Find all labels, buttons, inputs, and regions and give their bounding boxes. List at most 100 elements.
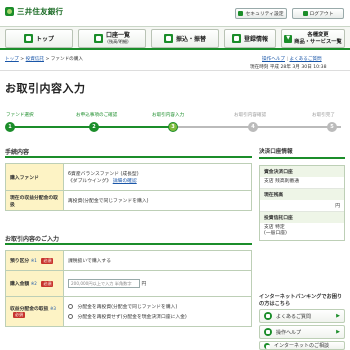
reinvest-radio[interactable] [68,304,73,309]
nav-registration-tab[interactable]: 登録情報 [224,29,276,48]
cash-label: 分配金を再投資せず(分配金を現金決済口座に入金) [77,315,187,320]
account-type-label-cell: 預り区分 ※1 必須 [5,250,64,271]
settlement-info-title: 決済口座情報 [259,149,293,155]
required-badge: 必須 [13,312,25,318]
question-icon [264,312,272,320]
main-nav: トップ 口座一覧 (残高/明細) 振込・振替 登録情報 ▼ 各種変更 商品・サー… [0,26,350,50]
security-settings-button[interactable]: セキュリティ設定 [235,8,287,19]
arrow-right-icon: ▶ [336,329,340,335]
step-marker: 1 [5,122,15,132]
fund-detail-link[interactable]: 詳細の確認 [113,179,137,184]
note-hint[interactable]: ※3 [50,306,56,311]
help-separator: | [286,57,289,62]
chevron-down-icon: ▼ [284,34,293,43]
nav-account-tab[interactable]: 口座一覧 (残高/明細) [78,29,146,48]
bank-logo-icon [5,6,14,16]
transfer-icon [163,34,173,43]
home-icon [23,34,33,43]
ib-contact-button[interactable]: インターネットのご相談 [259,341,345,350]
step-label: お取引内容入力 [152,113,185,118]
note-hint[interactable]: ※1 [31,258,37,263]
fund-value-cell: 6資産バランスファンド (成長型) 《ダブルウイング》 詳細の確認 [63,163,252,191]
arrow-right-icon: ▶ [336,313,340,319]
settlement-account-row: 資金決済口座 支店 残高則番通 [260,166,344,189]
dist-option-reinvest[interactable]: 分配金を再投資(分配金で同じファンドを購入) [68,303,247,310]
balance-unit: 円 [335,203,340,209]
amount-input[interactable]: 200,000円以上で入力 半角数字 [68,279,140,288]
breadcrumb-top-link[interactable]: トップ [5,57,19,62]
ib-help-title: インターネットバンキングでお困りの方はこちら [259,294,343,308]
help-links: 操作ヘルプ | よくあるご質問 [262,56,322,62]
help-icon [264,328,272,336]
step-label: ファンド選択 [6,113,34,118]
trust-account-row: 投資信託口座 支店 特定 (一般口座) [260,211,344,240]
note-hint[interactable]: ※2 [31,281,37,286]
divider [0,70,350,71]
ib-help-button[interactable]: 操作ヘルプ ▶ [259,325,345,339]
nav-top-tab[interactable]: トップ [5,29,73,48]
trade-table: 預り区分 ※1 必須 課税扱いで購入する 購入金額 ※2 必須 200,000円… [5,250,252,327]
section-divider [259,157,345,159]
logout-button[interactable]: ログアウト [292,8,344,19]
bank-name: 三井住友銀行 [17,6,64,16]
ib-help-label: 操作ヘルプ [276,329,302,336]
trade-section-title: お取引内容のご入力 [5,236,60,243]
table-row: 収益分配金の取扱 ※3 必須 分配金を再投資(分配金で同じファンドを購入) 分配… [5,296,252,327]
cash-radio[interactable] [68,314,73,319]
section-divider [5,243,252,245]
step-marker: 4 [248,122,258,132]
nav-transfer-tab[interactable]: 振込・振替 [151,29,219,48]
required-badge: 必須 [41,258,54,264]
required-badge: 必須 [41,281,54,287]
nav-registration-label: 登録情報 [243,36,268,43]
reinvest-label: 分配金を再投資(分配金で同じファンドを購入) [77,305,178,310]
section-divider [5,156,252,158]
settlement-info-panel: 決済口座情報 資金決済口座 支店 残高則番通 現在残高 円 投資信託口座 支店 … [259,147,345,242]
step-marker: 5 [327,122,337,132]
breadcrumb: トップ > 投資信託 > ファンドの購入 [5,56,83,62]
step-progress: ファンド選択 お申込事項のご確認 お取引内容入力 お取引内容確認 お取引完了 1… [0,108,350,138]
balance-row: 現在残高 円 [260,188,344,212]
contact-icon [264,342,270,349]
breadcrumb-current: ファンドの購入 [50,57,83,62]
distribution-current-label: 現在の収益分配金の取扱 [5,190,64,211]
ib-contact-label: インターネットのご相談 [274,343,330,349]
procedure-section-title: 手続内容 [5,149,30,156]
header-bar: 三井住友銀行 セキュリティ設定 ログアウト [0,0,350,24]
fund-label: 購入ファンド [5,163,64,191]
step-label: お取引内容確認 [234,113,267,118]
amount-value-cell: 200,000円以上で入力 半角数字 円 [63,270,252,297]
breadcrumb-investment-link[interactable]: 投資信託 [26,57,44,62]
logout-icon [302,11,308,16]
account-icon [93,34,103,43]
operation-help-link[interactable]: 操作ヘルプ [262,57,285,62]
amount-unit: 円 [141,282,147,287]
lock-icon [238,11,244,16]
step-label: お申込事項のご確認 [76,113,118,118]
breadcrumb-separator: > [45,57,50,62]
step-marker: 2 [89,122,99,132]
bank-logo[interactable]: 三井住友銀行 [5,6,63,16]
step-label: お取引完了 [312,113,335,118]
ib-faq-button[interactable]: よくあるご質問 ▶ [259,309,345,323]
table-row: 現在の収益分配金の取扱 再投資(分配金で同じファンドを購入) [5,190,252,211]
logout-label: ログアウト [309,12,334,17]
ib-faq-label: よくあるご質問 [276,313,312,320]
account-type-label: 預り区分 [10,259,30,264]
faq-link[interactable]: よくあるご質問 [289,57,321,62]
settlement-info-box: 資金決済口座 支店 残高則番通 現在残高 円 投資信託口座 支店 特定 (一般口… [259,165,345,242]
amount-label-cell: 購入金額 ※2 必須 [5,270,64,297]
nav-various-tab[interactable]: ▼ 各種変更 商品・サービス一覧 [281,29,345,48]
procedure-table: 購入ファンド 6資産バランスファンド (成長型) 《ダブルウイング》 詳細の確認… [5,163,252,211]
settlement-account-label: 資金決済口座 [260,166,344,177]
balance-label: 現在残高 [260,188,344,200]
dist-option-cash[interactable]: 分配金を再投資せず(分配金を現金決済口座に入金) [68,313,247,320]
fund-nickname: 《ダブルウイング》 [68,179,112,184]
nav-various-sublabel: 商品・サービス一覧 [294,38,342,45]
settlement-account-value: 支店 残高則番通 [264,179,300,184]
distribution-current-value: 再投資(分配金で同じファンドを購入) [63,190,252,211]
table-row: 購入金額 ※2 必須 200,000円以上で入力 半角数字 円 [5,270,252,297]
nav-transfer-label: 振込・振替 [175,36,206,43]
table-row: 購入ファンド 6資産バランスファンド (成長型) 《ダブルウイング》 詳細の確認 [5,163,252,191]
nav-top-label: トップ [35,36,54,43]
